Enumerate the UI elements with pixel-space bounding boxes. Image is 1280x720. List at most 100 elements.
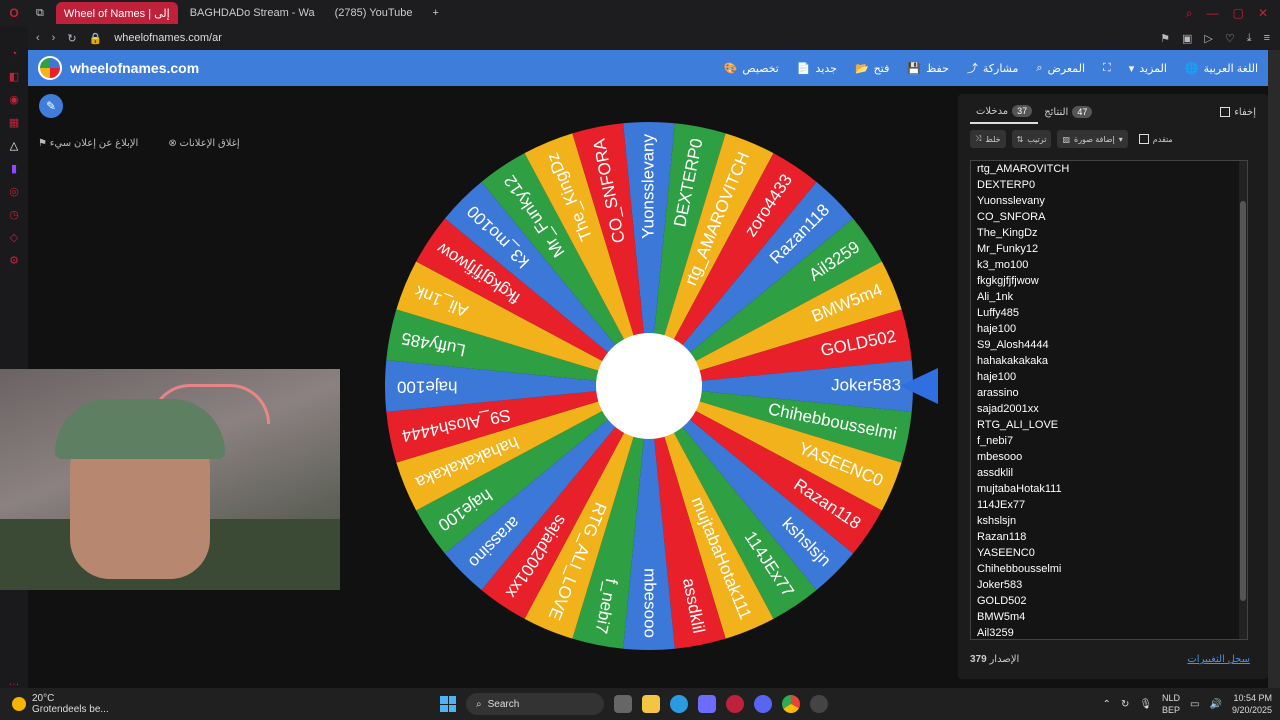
entry-line[interactable]: The_KingDz [971, 225, 1247, 241]
menu-gallery[interactable]: ⌕ المعرض [1036, 60, 1085, 76]
file-explorer-icon[interactable] [642, 695, 660, 713]
entry-line[interactable]: Chihebbousselmi [971, 561, 1247, 577]
menu-icon[interactable]: ≡ [1264, 32, 1270, 45]
brand[interactable]: wheelofnames.com [38, 56, 199, 80]
entry-line[interactable]: rtg_AMAROVITCH [971, 161, 1247, 177]
changelog-link[interactable]: سجل التغييرات [1187, 654, 1250, 665]
menu-share[interactable]: ⤴ مشاركة [967, 60, 1019, 76]
store-icon[interactable] [698, 695, 716, 713]
minimize-icon[interactable]: — [1207, 6, 1219, 21]
entry-line[interactable]: mujtabaHotak111 [971, 481, 1247, 497]
menu-customize[interactable]: 🎨 تخصيص [724, 60, 779, 76]
entry-line[interactable]: Joker583 [971, 577, 1247, 593]
advanced-checkbox[interactable] [1138, 134, 1149, 144]
history-icon[interactable]: ◷ [9, 208, 19, 221]
more-icon[interactable]: … [9, 676, 20, 688]
chevron-up-icon[interactable]: ⌃ [1103, 699, 1111, 710]
entry-line[interactable]: Luffy485 [971, 305, 1247, 321]
entry-line[interactable]: Ail3259 [971, 625, 1247, 639]
bookmark-icon[interactable]: ⚑ [1160, 32, 1170, 45]
shuffle-button[interactable]: ⤨ خلط [970, 130, 1006, 148]
entry-line[interactable]: hahakakakaka [971, 353, 1247, 369]
opera-icon[interactable] [726, 695, 744, 713]
taskbar-search[interactable]: ⌕ Search [466, 693, 604, 715]
sync-icon[interactable]: ↻ [1121, 699, 1129, 710]
sidebar-icon-4[interactable]: ▦ [9, 116, 19, 129]
entry-line[interactable]: k3_mo100 [971, 257, 1247, 273]
tab-icon-placeholder[interactable]: ⧉ [28, 2, 52, 24]
menu-more[interactable]: ▾ المزيد [1129, 60, 1167, 76]
volume-icon[interactable]: 🔊 [1210, 699, 1222, 710]
tab-entries[interactable]: مدخلات 37 [970, 100, 1039, 124]
maximize-icon[interactable]: ▢ [1233, 6, 1244, 21]
entry-line[interactable]: DEXTERP0 [971, 177, 1247, 193]
menu-language[interactable]: 🌐 اللغة العربية [1185, 60, 1258, 76]
wheel[interactable]: Yuonsslevany DEXTERP0 rtg_AMAROVITCH zoro44… [383, 120, 915, 655]
edit-button[interactable]: ✎ [39, 94, 63, 118]
entry-line[interactable]: Yuonsslevany [971, 193, 1247, 209]
language-indicator[interactable]: NLD BEP [1162, 692, 1180, 716]
entry-line[interactable]: CO_SNFORA [971, 209, 1247, 225]
report-ad-link[interactable]: ⚑ الإبلاغ عن إعلان سيء [38, 138, 138, 149]
mic-icon[interactable]: 🎙 [1139, 699, 1152, 710]
clock[interactable]: 10:54 PM 9/20/2025 [1232, 692, 1272, 716]
url-field[interactable]: wheelofnames.com/ar [114, 32, 222, 44]
entry-line[interactable]: haje100 [971, 369, 1247, 385]
entry-line[interactable]: YASEENC0 [971, 545, 1247, 561]
sidebar-icon-6[interactable]: ◎ [9, 185, 19, 198]
wheel-center[interactable] [596, 333, 702, 439]
wheel-svg[interactable]: Yuonsslevany DEXTERP0rtg_AMAROVITCHzoro44… [383, 120, 915, 652]
entry-line[interactable]: mbesooo [971, 449, 1247, 465]
entry-line[interactable]: 114JEx77 [971, 497, 1247, 513]
new-tab-button[interactable]: + [425, 2, 447, 24]
forward-icon[interactable]: › [52, 32, 56, 44]
back-icon[interactable]: ‹ [36, 32, 40, 44]
entry-line[interactable]: S9_Alosh4444 [971, 337, 1247, 353]
entry-line[interactable]: Razan118 [971, 529, 1247, 545]
menu-open[interactable]: 📂 فتح [855, 60, 889, 76]
windows-start-icon[interactable] [440, 696, 456, 712]
page-scrollbar[interactable] [1268, 50, 1280, 688]
heart-icon[interactable]: ♡ [1225, 32, 1235, 45]
tab-youtube[interactable]: (2785) YouTube [327, 2, 421, 24]
chrome-icon[interactable] [782, 695, 800, 713]
opera-logo-icon[interactable]: O [0, 6, 28, 20]
discord-icon[interactable] [754, 695, 772, 713]
sidebar-icon-2[interactable]: ◧ [9, 70, 19, 83]
entry-line[interactable]: Ali_1nk [971, 289, 1247, 305]
task-view-icon[interactable] [614, 695, 632, 713]
twitch-icon[interactable]: ▮ [11, 162, 17, 175]
advanced-toggle[interactable]: متقدم [1134, 130, 1178, 148]
download-icon[interactable]: ⤓ [1247, 32, 1252, 45]
weather-widget[interactable]: 20°C Grotendeels be... [0, 693, 200, 715]
hide-toggle[interactable]: إخفاء [1220, 107, 1256, 118]
entries-textarea[interactable]: rtg_AMAROVITCH DEXTERP0 Yuonsslevany CO_SNF… [970, 160, 1248, 640]
entry-line[interactable]: fkgkgjfjfjwow [971, 273, 1247, 289]
tab-baghdado-stream[interactable]: BAGHDADo Stream - Wa [182, 2, 323, 24]
entry-line[interactable]: Mr_Funky12 [971, 241, 1247, 257]
tab-wheel-of-names[interactable]: Wheel of Names | إلى [55, 2, 178, 24]
sidebar-icon-7[interactable]: ◇ [10, 231, 18, 244]
reload-icon[interactable]: ↻ [67, 32, 76, 45]
add-image-button[interactable]: ▨ إضافة صورة ▾ [1057, 130, 1128, 148]
close-icon[interactable]: ✕ [1258, 6, 1268, 21]
list-scrollbar-thumb[interactable] [1240, 201, 1246, 601]
entry-line[interactable]: kshslsjn [971, 513, 1247, 529]
settings-icon[interactable]: ⚙ [9, 254, 19, 267]
hide-checkbox[interactable] [1220, 107, 1231, 117]
close-ads-link[interactable]: ⊗ إغلاق الإعلانات [168, 138, 239, 149]
sidebar-icon-1[interactable]: ◔ [11, 48, 18, 60]
list-scrollbar[interactable] [1239, 161, 1247, 639]
sidebar-icon-5[interactable]: △ [10, 139, 18, 152]
entry-line[interactable]: BMW5m4 [971, 609, 1247, 625]
entry-line[interactable]: f_nebi7 [971, 433, 1247, 449]
sidebar-icon-3[interactable]: ◉ [9, 93, 19, 106]
entry-line[interactable]: haje100 [971, 321, 1247, 337]
entry-line[interactable]: RTG_ALI_LOVE [971, 417, 1247, 433]
sort-button[interactable]: ⇅ ترتيب [1011, 130, 1052, 148]
entry-line[interactable]: GOLD502 [971, 593, 1247, 609]
play-icon[interactable]: ▷ [1204, 32, 1212, 45]
snapshot-icon[interactable]: ▣ [1182, 32, 1192, 45]
menu-new[interactable]: 📄 جديد [797, 60, 837, 76]
search-icon[interactable]: ⌕ [1186, 6, 1193, 21]
